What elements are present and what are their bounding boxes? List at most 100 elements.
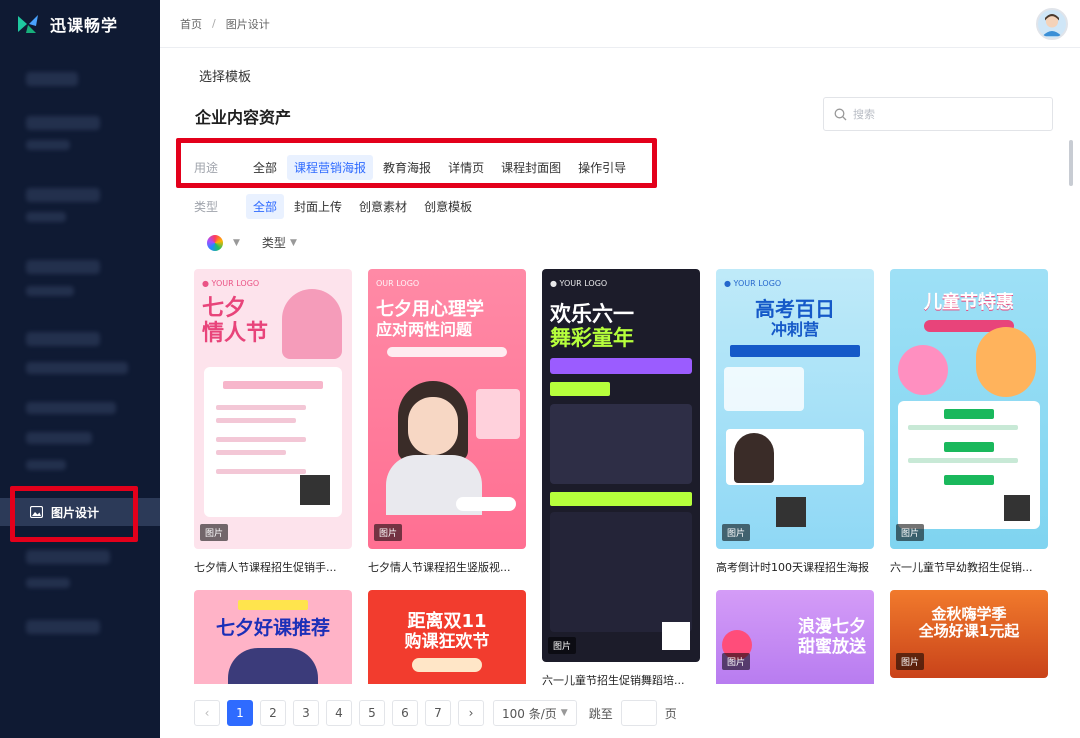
template-caption[interactable]: 高考倒计时100天课程招生海报 [716,559,874,575]
page-unit-label: 页 [664,706,677,721]
template-thumbnail[interactable]: ● YOUR LOGO 欢乐六一 舞彩童年 图片 [542,269,700,662]
pagination-prev-button[interactable]: ‹ [194,700,220,726]
brand-name: 迅课畅学 [50,16,119,35]
avatar[interactable] [1036,8,1068,40]
template-thumbnail[interactable]: 七夕好课推荐 [194,590,352,684]
filter-purpose-course-marketing[interactable]: 课程营销海报 [287,155,374,180]
thumbnail-title: 冲刺营 [770,320,819,339]
breadcrumb-home[interactable]: 首页 [180,16,202,32]
template-caption[interactable]: 七夕情人节课程招生促销手... [194,559,352,575]
template-caption[interactable]: 六一儿童节招生促销舞蹈培... [542,672,700,688]
template-thumbnail[interactable]: ● YOUR LOGO 高考百日 冲刺营 图片 [716,269,874,549]
filter-type-label: 类型 [194,200,219,214]
sidebar-item-blurred[interactable] [26,432,92,444]
page-size-value: 100 条/页 [502,706,557,721]
pagination-page[interactable]: 1 [227,700,253,726]
template-thumbnail[interactable]: 浪漫七夕 甜蜜放送 图片 [716,590,874,684]
template-card[interactable]: OUR LOGO 七夕用心理学 应对两性问题 图片 七夕情人节课程招生竖版视..… [368,269,526,575]
sidebar-item-blurred[interactable] [26,460,66,470]
thumbnail-title: 购课狂欢节 [404,631,490,652]
filter-type-cover-upload[interactable]: 封面上传 [287,194,349,219]
pagination-next-button[interactable]: › [458,700,484,726]
scrollbar[interactable] [1069,140,1073,186]
template-thumbnail[interactable]: OUR LOGO 七夕用心理学 应对两性问题 图片 [368,269,526,549]
template-card[interactable]: 儿童节特惠 图片 六一儿童节早幼教招生促销... [890,269,1048,575]
image-tag: 图片 [896,653,925,670]
filter-purpose: 用途 全部 课程营销海报 教育海报 详情页 课程封面图 操作引导 [194,155,636,180]
sidebar-item-blurred[interactable] [26,140,70,150]
sidebar-item-blurred[interactable] [26,116,100,130]
sidebar: 迅课畅学 图片设计 [0,0,160,738]
search-placeholder: 搜索 [853,108,875,121]
pagination-page[interactable]: 3 [293,700,319,726]
template-thumbnail[interactable]: 儿童节特惠 图片 [890,269,1048,549]
thumbnail-title: 舞彩童年 [550,326,634,351]
jump-page-input[interactable] [620,700,657,726]
template-card[interactable]: 距离双11 购课狂欢节 [368,590,526,684]
thumbnail-title: 儿童节特惠 [924,292,1014,313]
template-card[interactable]: ● YOUR LOGO 高考百日 冲刺营 图片 高考倒计时100天课程招生海报 [716,269,874,575]
sidebar-item-blurred[interactable] [26,578,70,588]
template-caption[interactable]: 七夕情人节课程招生竖版视... [368,559,526,575]
sidebar-item-blurred[interactable] [26,550,110,564]
filter-purpose-education-poster[interactable]: 教育海报 [376,155,438,180]
image-tag: 图片 [374,524,403,541]
image-tag: 图片 [548,637,577,654]
sidebar-item-blurred[interactable] [26,362,128,374]
highlight-box-sidebar [10,486,138,542]
sidebar-item-blurred[interactable] [26,260,100,274]
chevron-down-icon[interactable]: ▼ [233,238,240,248]
page-size-select[interactable]: 100 条/页 ▼ [493,700,577,726]
thumbnail-title: 金秋嗨学季 [931,605,1007,623]
thumbnail-title: 七夕用心理学 [376,299,484,320]
search-icon [834,108,847,120]
template-card[interactable]: ● YOUR LOGO 欢乐六一 舞彩童年 图片 六一儿童节招生促销舞蹈培... [542,269,700,688]
filter-type-creative-material[interactable]: 创意素材 [352,194,414,219]
filter-type: 类型 全部 封面上传 创意素材 创意模板 [194,194,482,219]
template-card[interactable]: 金秋嗨学季 全场好课1元起 图片 [890,590,1048,678]
filter-purpose-course-cover[interactable]: 课程封面图 [494,155,568,180]
jump-label: 跳至 [588,706,613,721]
breadcrumb-current: 图片设计 [225,17,270,31]
template-thumbnail[interactable]: 距离双11 购课狂欢节 [368,590,526,684]
image-tag: 图片 [722,524,751,541]
sidebar-item-blurred[interactable] [26,72,78,86]
template-card[interactable]: 浪漫七夕 甜蜜放送 图片 [716,590,874,684]
section-label: 选择模板 [199,70,252,85]
image-tag: 图片 [896,524,925,541]
sidebar-item-blurred[interactable] [26,620,100,634]
sidebar-item-blurred[interactable] [26,402,116,414]
thumbnail-title: 距离双11 [407,611,487,632]
pagination-page[interactable]: 5 [359,700,385,726]
filter-type-all[interactable]: 全部 [246,194,285,219]
sidebar-item-blurred[interactable] [26,286,74,296]
avatar-icon [1042,13,1062,37]
toolbar: ▼ 类型 ▼ [207,234,297,251]
filter-purpose-detail-page[interactable]: 详情页 [441,155,491,180]
image-tag: 图片 [722,653,751,670]
template-card[interactable]: 七夕好课推荐 [194,590,352,684]
brand[interactable]: 迅课畅学 [0,0,160,48]
pagination-page[interactable]: 6 [392,700,418,726]
thumbnail-title: 高考百日 [755,297,835,321]
thumbnail-title: 全场好课1元起 [918,622,1020,641]
search-input[interactable]: 搜索 [823,97,1053,131]
sidebar-item-blurred[interactable] [26,212,66,222]
filter-purpose-guide[interactable]: 操作引导 [571,155,633,180]
pagination-page[interactable]: 4 [326,700,352,726]
template-thumbnail[interactable]: 金秋嗨学季 全场好课1元起 图片 [890,590,1048,678]
template-caption[interactable]: 六一儿童节早幼教招生促销... [890,559,1048,575]
pagination-page[interactable]: 7 [425,700,451,726]
template-card[interactable]: ● YOUR LOGO 七夕 情人节 图片 七夕情人节课程招生促销手... [194,269,352,575]
sidebar-item-blurred[interactable] [26,188,100,202]
filter-purpose-label: 用途 [194,161,219,175]
type-dropdown[interactable]: 类型 [262,234,286,251]
filter-purpose-all[interactable]: 全部 [246,155,284,180]
template-thumbnail[interactable]: ● YOUR LOGO 七夕 情人节 图片 [194,269,352,549]
filter-type-creative-template[interactable]: 创意模板 [417,194,479,219]
sidebar-item-blurred[interactable] [26,332,100,346]
chevron-down-icon[interactable]: ▼ [290,238,297,248]
page-title: 企业内容资产 [195,108,292,127]
pagination-page[interactable]: 2 [260,700,286,726]
color-picker-icon[interactable] [207,234,223,251]
